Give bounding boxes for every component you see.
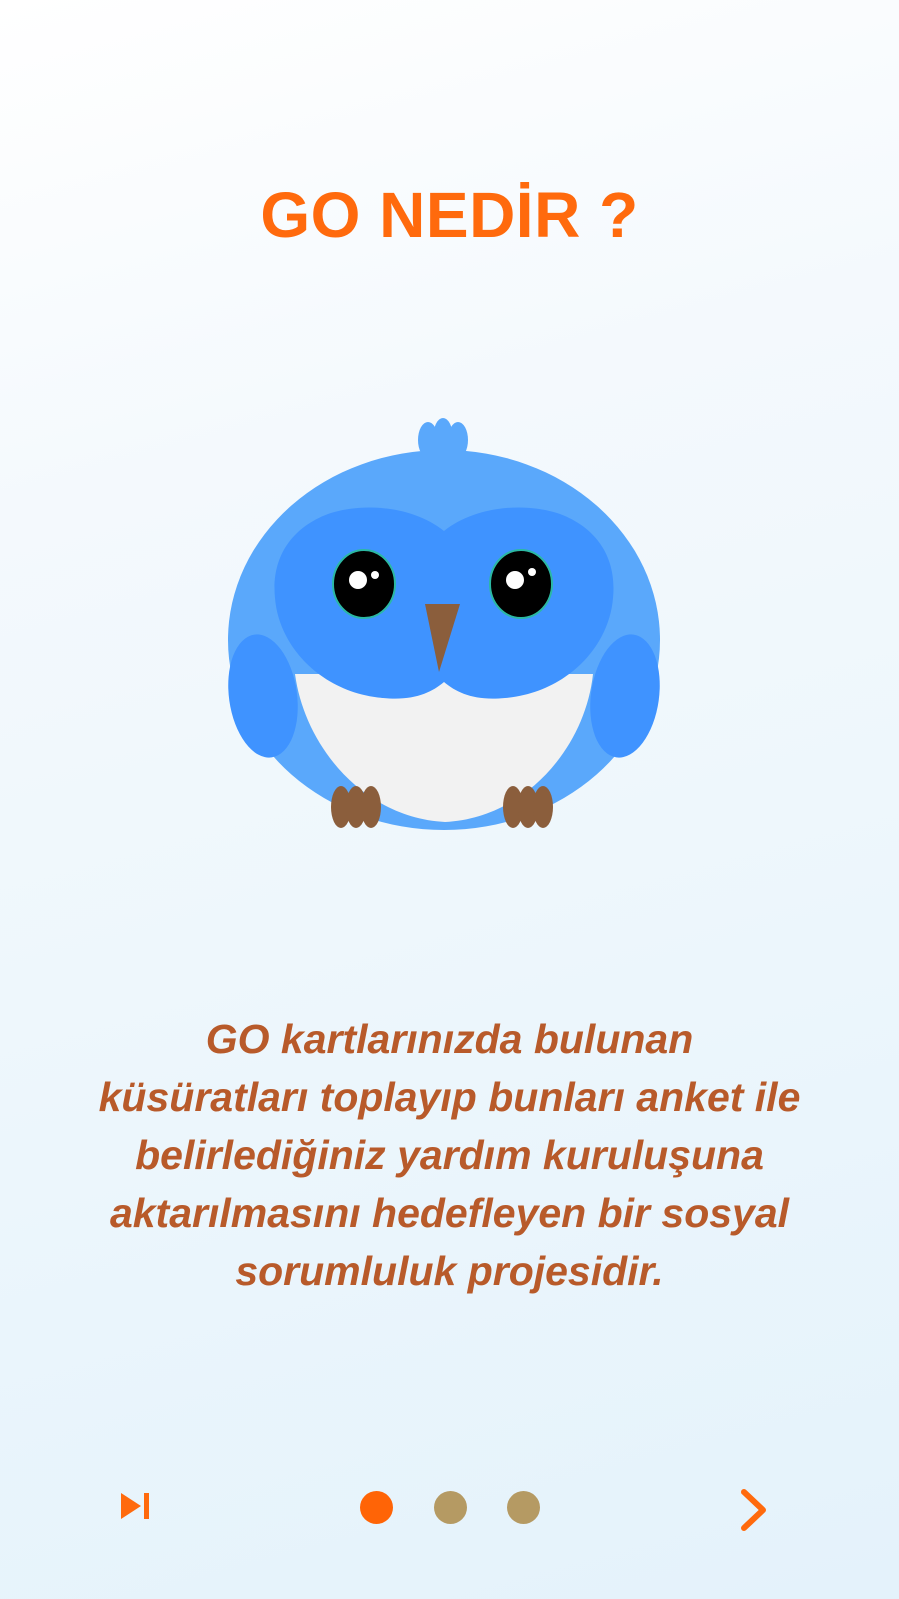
owl-right-eye — [489, 549, 553, 619]
page-indicator-dot-1[interactable] — [360, 1490, 393, 1524]
skip-button[interactable] — [108, 1478, 164, 1534]
page-title: GO NEDİR ? — [260, 179, 639, 251]
owl-mascot — [225, 418, 665, 848]
page-indicator-dot-2[interactable] — [433, 1490, 467, 1524]
owl-right-foot — [503, 786, 553, 828]
onboarding-screen: GO NEDİR ? GO kartlarınızda bulunan küsü… — [0, 0, 899, 1599]
description-text: GO kartlarınızda bulunan küsüratları top… — [98, 1016, 801, 1294]
owl-illustration — [228, 418, 660, 830]
owl-face — [274, 507, 614, 699]
owl-left-eye — [332, 549, 396, 619]
owl-left-foot — [331, 786, 381, 828]
skip-next-icon — [121, 1493, 149, 1519]
chevron-right-icon — [741, 1489, 766, 1531]
page-indicator-dot-3[interactable] — [507, 1490, 540, 1524]
next-button[interactable] — [724, 1480, 784, 1540]
page-indicator — [360, 1490, 540, 1524]
